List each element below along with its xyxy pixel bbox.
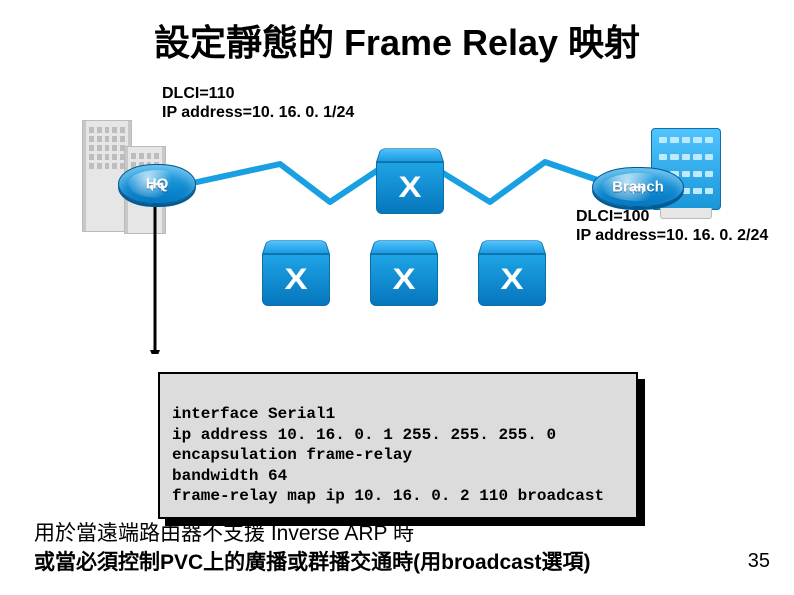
router-hq-label: HQ xyxy=(146,176,169,193)
router-branch: Branch xyxy=(592,167,684,207)
branch-dlci: DLCI=100 xyxy=(576,207,768,226)
branch-ip: IP address=10. 16. 0. 2/24 xyxy=(576,226,768,245)
network-diagram: HQ Branch X X X X DLCI=110 IP address=10… xyxy=(0,74,794,354)
cfg-l3: encapsulation frame-relay xyxy=(172,446,412,464)
router-branch-label: Branch xyxy=(612,179,664,196)
hq-ip: IP address=10. 16. 0. 1/24 xyxy=(162,103,354,122)
switch-top: X xyxy=(376,142,444,210)
cfg-l1: interface Serial1 xyxy=(172,405,335,423)
cfg-l2: ip address 10. 16. 0. 1 255. 255. 255. 0 xyxy=(172,426,556,444)
footer-line2: 或當必須控制PVC上的廣播或群播交通時(用broadcast選項) xyxy=(34,549,591,577)
switch-bm: X xyxy=(370,234,438,302)
footer-note: 用於當遠端路由器不支援 Inverse ARP 時 或當必須控制PVC上的廣播或… xyxy=(34,520,591,577)
page-number: 35 xyxy=(748,550,770,573)
slide-title: 設定靜態的 Frame Relay 映射 xyxy=(0,0,794,74)
hq-info: DLCI=110 IP address=10. 16. 0. 1/24 xyxy=(162,84,354,122)
switch-br: X xyxy=(478,234,546,302)
router-hq: HQ xyxy=(118,164,196,204)
switch-bl: X xyxy=(262,234,330,302)
cfg-l4: bandwidth 64 xyxy=(172,467,287,485)
footer-line1: 用於當遠端路由器不支援 Inverse ARP 時 xyxy=(34,520,591,548)
branch-info: DLCI=100 IP address=10. 16. 0. 2/24 xyxy=(576,207,768,245)
hq-dlci: DLCI=110 xyxy=(162,84,354,103)
config-box: interface Serial1 ip address 10. 16. 0. … xyxy=(158,372,638,519)
cfg-l5: frame-relay map ip 10. 16. 0. 2 110 broa… xyxy=(172,487,604,505)
